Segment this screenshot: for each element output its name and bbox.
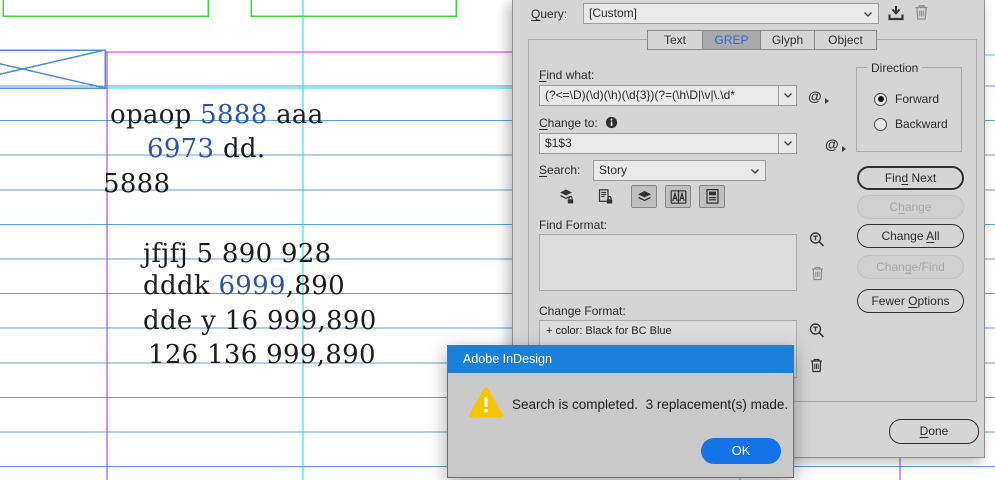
clear-find-format-trash-icon bbox=[810, 265, 825, 282]
tab-object[interactable]: Object bbox=[814, 30, 877, 50]
include-locked-layers-toggle[interactable] bbox=[553, 185, 579, 208]
change-find-button: Change/Find bbox=[857, 255, 964, 279]
find-format-label: Find Format: bbox=[539, 218, 608, 232]
info-icon bbox=[605, 116, 618, 129]
search-scope-label: Search: bbox=[539, 163, 581, 177]
done-button[interactable]: Done bbox=[889, 419, 979, 444]
radio-forward[interactable] bbox=[874, 92, 887, 106]
include-footnotes-toggle[interactable] bbox=[699, 185, 725, 208]
text-segment: 5888 bbox=[200, 100, 268, 130]
layers-lock-icon bbox=[559, 189, 573, 204]
master-pages-aa-icon bbox=[670, 189, 686, 204]
direction-label: Direction bbox=[867, 61, 923, 75]
ok-button[interactable]: OK bbox=[701, 438, 781, 464]
story-lock-icon bbox=[598, 189, 612, 204]
radio-backward[interactable] bbox=[874, 117, 887, 131]
clear-change-format-trash-icon[interactable] bbox=[809, 357, 824, 374]
find-what-value: (?<=\D)(\d)(\h)(\d{3})(?=(\h\D|\v|\.\d* bbox=[545, 88, 735, 102]
query-dropdown[interactable]: [Custom] bbox=[583, 3, 879, 24]
text-segment: opaop bbox=[110, 100, 201, 130]
tab-glyph[interactable]: Glyph bbox=[760, 30, 814, 50]
find-what-input[interactable]: (?<=\D)(\d)(\h)(\d{3})(?=(\h\D|\v|\.\d* bbox=[539, 85, 797, 106]
include-locked-stories-toggle[interactable] bbox=[592, 185, 618, 208]
include-master-pages-toggle[interactable] bbox=[665, 185, 691, 208]
fewer-options-button[interactable]: Fewer Options bbox=[857, 289, 964, 313]
document-text-line: dde y 16 999,890 bbox=[143, 308, 377, 334]
warning-icon bbox=[468, 386, 504, 419]
search-scope-dropdown[interactable]: Story bbox=[593, 160, 766, 181]
layers-icon bbox=[637, 191, 651, 202]
text-segment: 6999 bbox=[218, 271, 286, 301]
special-characters-menu-icon[interactable]: @ bbox=[825, 136, 839, 152]
forward-label: Forward bbox=[895, 92, 940, 106]
special-characters-menu-icon[interactable]: @ bbox=[808, 88, 822, 104]
direction-groupbox: Direction Forward Backward bbox=[856, 61, 962, 152]
direction-forward-option[interactable]: Forward bbox=[874, 92, 939, 106]
find-format-box bbox=[539, 234, 797, 291]
alert-message: Search is completed. 3 replacement(s) ma… bbox=[512, 397, 789, 412]
tab-text[interactable]: Text bbox=[647, 30, 702, 50]
text-segment: 6973 bbox=[147, 134, 215, 164]
document-text-line: 6973 dd. bbox=[147, 136, 265, 162]
text-segment: ,890 bbox=[285, 271, 345, 301]
find-change-tabs: Text GREP Glyph Object bbox=[647, 30, 877, 50]
find-next-button[interactable]: Find Next bbox=[857, 166, 964, 190]
change-to-input[interactable]: $1$3 bbox=[539, 133, 797, 154]
chevron-down-icon bbox=[863, 11, 873, 18]
text-segment: 126 136 999,890 bbox=[148, 340, 376, 370]
indesign-workspace: opaop 5888 aaa 6973 dd. 5888 jfjfj 5 890 92… bbox=[0, 0, 995, 480]
alert-title-bar: Adobe InDesign bbox=[448, 346, 793, 373]
chevron-down-icon[interactable] bbox=[778, 86, 796, 105]
chevron-down-icon[interactable] bbox=[778, 134, 796, 153]
change-button: Change bbox=[857, 195, 964, 219]
text-segment: dde y 16 999,890 bbox=[143, 306, 377, 336]
specify-change-format-icon[interactable] bbox=[808, 322, 827, 341]
change-to-label: Change to: bbox=[539, 116, 598, 130]
document-text-line: opaop 5888 aaa bbox=[110, 102, 324, 128]
save-query-icon[interactable] bbox=[886, 4, 906, 23]
change-format-value: + color: Black for BC Blue bbox=[546, 325, 672, 337]
tab-grep[interactable]: GREP bbox=[702, 30, 760, 50]
change-to-value: $1$3 bbox=[545, 136, 572, 150]
document-text-line: jfjfj 5 890 928 bbox=[143, 241, 332, 267]
document-text-line: 126 136 999,890 bbox=[148, 342, 376, 368]
footnotes-icon bbox=[705, 189, 719, 204]
query-value: [Custom] bbox=[589, 6, 638, 20]
change-format-label: Change Format: bbox=[539, 304, 626, 318]
change-all-button[interactable]: Change All bbox=[857, 224, 964, 248]
delete-query-trash-icon bbox=[913, 3, 930, 22]
search-scope-value: Story bbox=[599, 163, 628, 177]
backward-label: Backward bbox=[895, 117, 948, 131]
document-text-line: 5888 bbox=[103, 171, 170, 197]
text-segment: dddk bbox=[143, 271, 219, 301]
text-segment: 5888 bbox=[103, 169, 171, 199]
find-format-value bbox=[540, 235, 796, 243]
text-segment: dd. bbox=[214, 134, 266, 164]
text-segment: aaa bbox=[267, 100, 324, 130]
direction-backward-option[interactable]: Backward bbox=[874, 117, 948, 131]
document-text-line: dddk 6999,890 bbox=[143, 273, 345, 299]
include-hidden-layers-toggle[interactable] bbox=[631, 185, 657, 208]
query-label: Query: bbox=[531, 7, 568, 21]
find-what-label: Find what: bbox=[539, 68, 595, 82]
text-segment: jfjfj 5 890 928 bbox=[143, 239, 332, 269]
specify-find-format-icon[interactable] bbox=[808, 231, 827, 250]
alert-dialog: Adobe InDesign Search is completed. 3 re… bbox=[447, 345, 794, 478]
chevron-down-icon bbox=[750, 168, 760, 175]
